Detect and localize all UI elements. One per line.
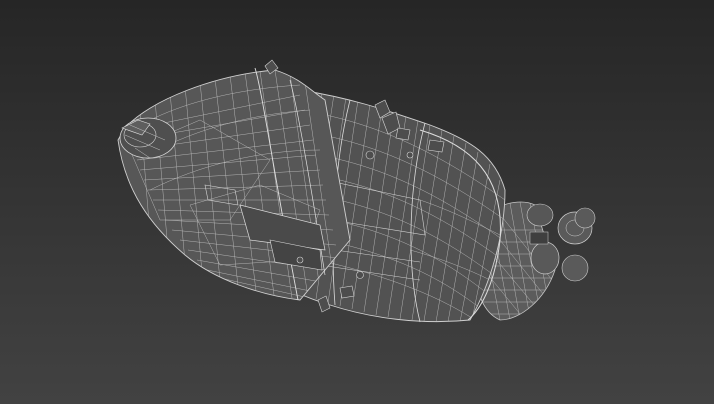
docking-probe: [119, 117, 177, 159]
command-module: [117, 67, 351, 301]
3d-viewport[interactable]: [0, 0, 714, 404]
spacecraft-wireframe-icon: [117, 59, 596, 323]
